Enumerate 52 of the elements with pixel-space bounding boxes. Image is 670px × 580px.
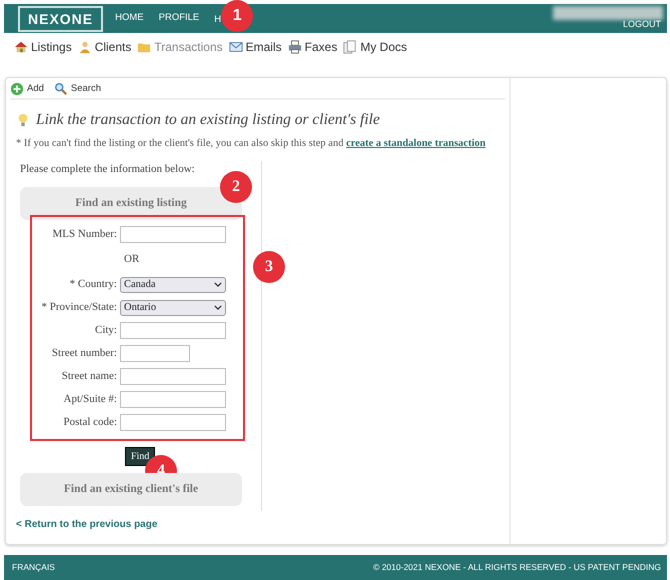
dropdown[interactable]: Canada [120,276,226,292]
caret-icon [214,305,222,310]
language-link[interactable]: FRANÇAIS [12,561,55,574]
input-field[interactable] [120,414,226,431]
info-note: * If you can't find the listing or the client's file, you can also skip this step and create a standalone transaction [16,136,487,150]
caret-icon [214,282,222,287]
copyright-text: © 2010-2021 NEXONE - ALL RIGHTS RESERVED - US PATENT PENDING [373,561,661,574]
field-label: Apt/Suite #: [62,392,118,408]
standalone-link[interactable]: create a standalone transaction [346,138,486,148]
input-field[interactable] [120,368,226,385]
annotation-marker: 1 [221,0,254,32]
input-field[interactable] [120,345,190,362]
module-tab[interactable]: Listings [14,38,72,56]
module-tab[interactable]: Faxes [288,38,338,56]
annotation-marker: 2 [220,171,252,203]
instructions-text: Please complete the information below: [20,162,196,176]
input-field[interactable] [120,226,226,243]
printer-icon [288,40,302,54]
module-tab[interactable]: Emails [228,38,282,56]
nav-link[interactable]: H [214,14,222,26]
documents-icon [343,40,358,54]
search-icon [54,82,68,96]
field-label: City: [94,323,118,338]
annotation-marker: 3 [253,251,285,283]
module-tab[interactable]: Transactions [137,38,223,56]
input-field[interactable] [120,322,226,339]
field-label: Street number: [50,346,118,362]
lightbulb-icon [16,112,30,127]
envelope-icon [228,40,243,54]
page-title: Link the transaction to an existing listing or client's file [36,110,380,130]
dropdown[interactable]: Ontario [120,300,226,316]
field-label: * Country: [68,277,118,292]
module-tab[interactable]: My Docs [343,38,407,56]
nav-link[interactable]: HOME [115,11,144,26]
input-field[interactable] [120,391,226,408]
field-label: MLS Number: [52,227,118,242]
toolbar-button[interactable]: Add [10,82,44,96]
field-label: * Province/State: [40,300,118,316]
back-link[interactable]: < Return to the previous page [16,516,505,532]
field-label: Street name: [60,369,118,384]
add-icon [10,82,24,96]
house-icon [14,40,28,54]
field-label: Postal code: [62,415,118,430]
logout-link[interactable]: LOGOUT [622,18,661,31]
person-icon [78,40,92,54]
toolbar-button[interactable]: Search [54,82,102,96]
section-header-button[interactable]: Find an existing client's file [20,473,242,506]
module-tab[interactable]: Clients [78,38,132,56]
or-separator: OR [123,252,140,267]
find-button[interactable]: Find [125,447,156,466]
logo[interactable]: NEXONE [18,6,104,32]
nav-link[interactable]: PROFILE [158,11,200,26]
